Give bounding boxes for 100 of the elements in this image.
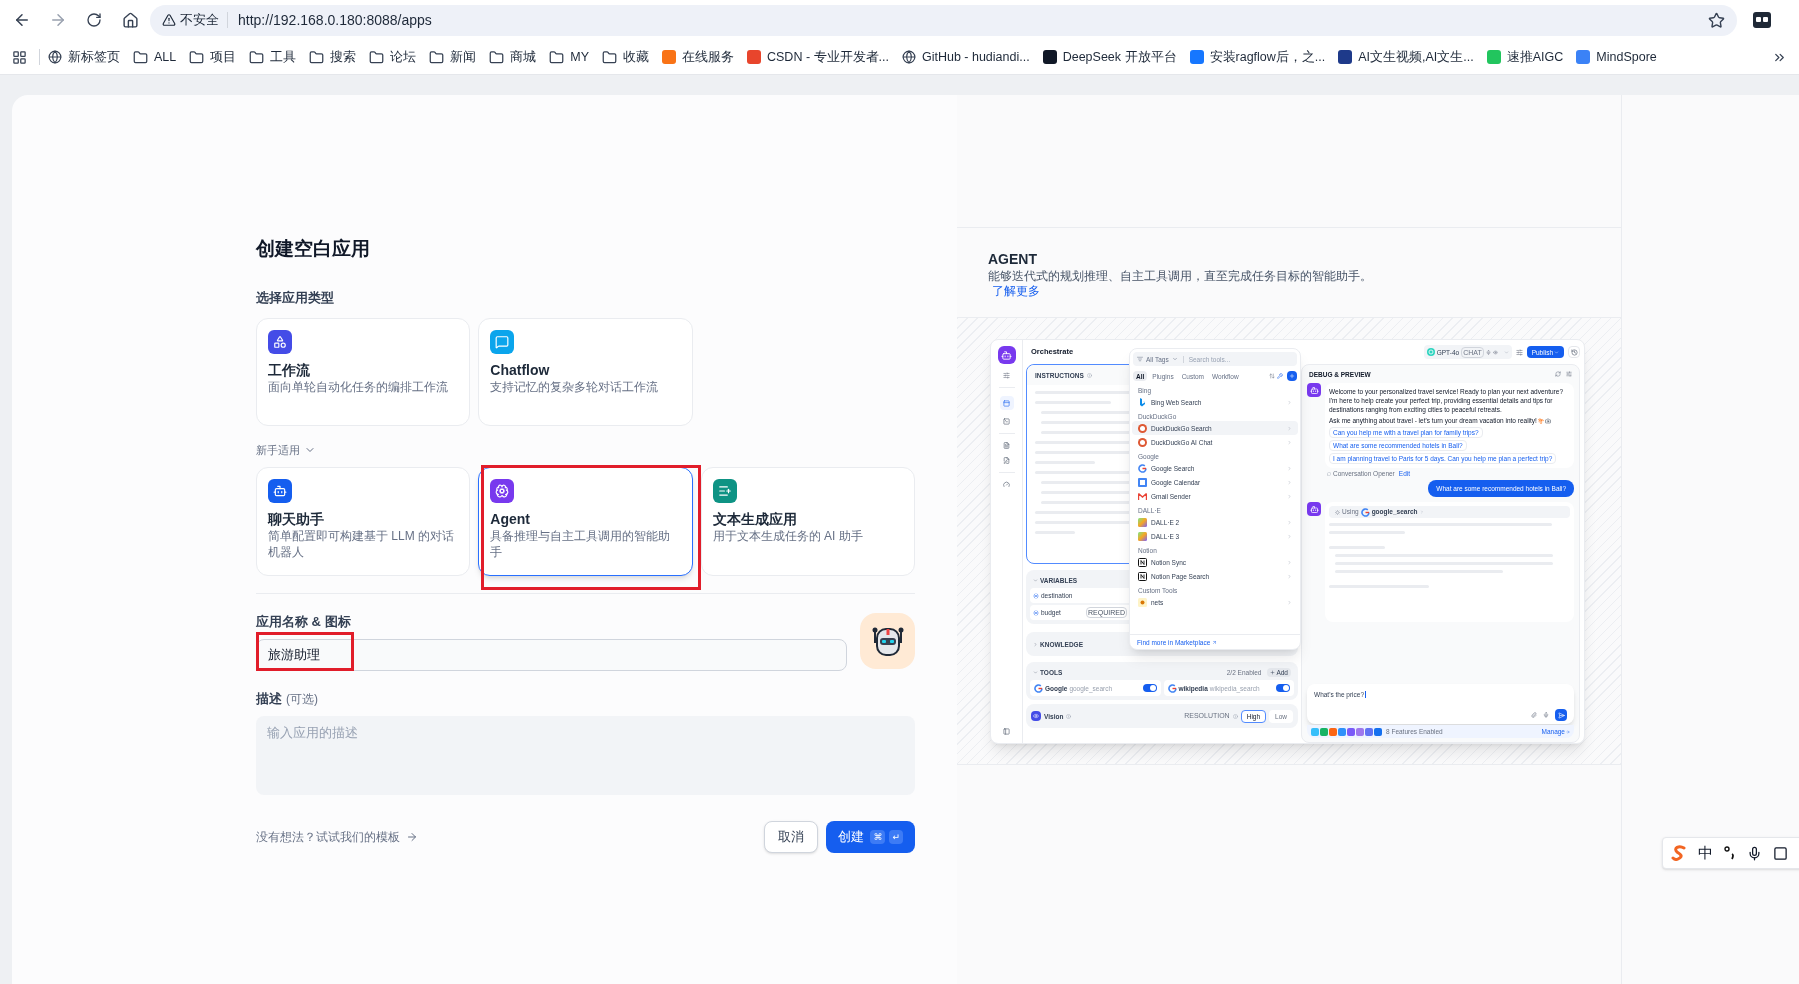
settings-icon[interactable]	[1566, 371, 1572, 377]
extension-icon[interactable]	[1753, 12, 1771, 28]
folder-icon	[309, 49, 325, 65]
apps-icon[interactable]	[12, 49, 27, 65]
create-button[interactable]: 创建 ⌘ ↵	[826, 821, 915, 853]
bookmark[interactable]: 安装ragflow后，之...	[1189, 47, 1326, 67]
tool-icon	[1138, 597, 1147, 607]
globe-icon	[48, 50, 62, 64]
app-type-card[interactable]: Chatflow 支持记忆的复杂多轮对话工作流	[478, 318, 693, 426]
chevron-down-icon	[1033, 577, 1038, 583]
bookmark[interactable]: 新闻	[429, 47, 477, 67]
bot-avatar	[1307, 383, 1321, 397]
bookmark[interactable]: 速推AIGC	[1486, 47, 1564, 67]
list-plus-icon	[712, 479, 737, 503]
plus-icon	[1270, 669, 1276, 675]
microphone-icon[interactable]	[1747, 845, 1762, 861]
bookmark[interactable]: 商城	[489, 47, 537, 67]
mic-icon	[1485, 349, 1491, 355]
bookmark[interactable]: 工具	[249, 47, 297, 67]
paperclip-icon[interactable]	[1531, 712, 1537, 718]
eye-icon	[1031, 711, 1041, 721]
swirl-logo-icon[interactable]	[1671, 845, 1687, 861]
shortcut-key: ⌘	[870, 830, 886, 844]
field-label: 描述	[256, 691, 282, 707]
settings-icon[interactable]	[1515, 348, 1523, 356]
bookmark[interactable]: 在线服务	[662, 47, 734, 67]
address-bar[interactable]: 不安全 http://192.168.0.180:8088/apps	[150, 4, 1737, 36]
bookmark[interactable]: GitHub - hudiandi...	[901, 47, 1030, 67]
bookmark[interactable]: 新标签页	[48, 47, 120, 67]
eye-icon	[1492, 349, 1498, 355]
card-description: 具备推理与自主工具调用的智能助手	[490, 528, 672, 560]
document-icon[interactable]	[1003, 442, 1010, 449]
card-title: Chatflow	[490, 361, 551, 379]
app-type-card[interactable]: 聊天助手 简单配置即可构建基于 LLM 的对话机器人	[256, 467, 471, 576]
punctuation-icon[interactable]	[1724, 846, 1736, 860]
chat-bubble-icon	[490, 330, 515, 354]
card-title: Agent	[490, 510, 531, 528]
bookmark[interactable]: DeepSeek 开放平台	[1042, 47, 1177, 67]
history-button[interactable]	[1568, 346, 1580, 358]
arrow-right-icon	[406, 831, 418, 843]
type-description: 能够迭代式的规划推理、自主工具调用，直至完成任务目标的智能助手。	[988, 269, 1373, 284]
terminal-icon[interactable]	[1003, 418, 1010, 425]
chevron-right-icon	[1287, 439, 1292, 445]
wrench-icon[interactable]	[1277, 373, 1283, 379]
bookmark[interactable]: MY	[549, 47, 589, 67]
toggle-switch[interactable]	[1276, 684, 1290, 692]
bookmark[interactable]: 论坛	[369, 47, 417, 67]
head-gear-icon	[490, 479, 515, 503]
optional-hint: (可选)	[286, 691, 318, 707]
bookmark[interactable]: MindSpore	[1576, 47, 1657, 67]
bookmark[interactable]: ALL	[133, 47, 177, 67]
url-text: http://192.168.0.180:8088/apps	[238, 10, 432, 30]
file-edit-icon[interactable]	[1003, 457, 1010, 464]
chevron-right-icon	[1287, 519, 1292, 525]
sliders-icon[interactable]	[1003, 372, 1010, 379]
palm-tree-icon	[1537, 417, 1544, 424]
nav-item[interactable]	[999, 396, 1014, 410]
window-icon	[1003, 399, 1010, 407]
home-icon	[121, 11, 139, 29]
keyboard-icon[interactable]	[1773, 845, 1788, 861]
mic-icon[interactable]	[1543, 712, 1549, 718]
app-type-card[interactable]: 工作流 面向单轮自动化任务的编排工作流	[256, 318, 471, 426]
app-type-card[interactable]: Agent 具备推理与自主工具调用的智能助手	[478, 467, 693, 576]
star-icon[interactable]	[1708, 11, 1725, 29]
send-button[interactable]	[1555, 709, 1567, 721]
bookmark[interactable]: 收藏	[602, 47, 649, 67]
app-icon-button[interactable]	[860, 613, 915, 669]
sidebar-toggle-icon[interactable]	[1003, 728, 1010, 735]
chevron-right-icon	[1287, 559, 1292, 565]
sort-icon[interactable]	[1269, 373, 1275, 379]
bookmark[interactable]: 项目	[189, 47, 237, 67]
input-mode-toggle[interactable]: 中	[1698, 841, 1713, 865]
app-name-input[interactable]: 旅游助理	[256, 639, 847, 671]
camera-icon	[1544, 417, 1551, 424]
chevron-right-icon	[1287, 425, 1292, 431]
bookmark[interactable]: AI文生视频,AI文生...	[1338, 47, 1474, 67]
robot-icon	[268, 479, 292, 503]
folder-icon	[133, 49, 148, 65]
card-description: 支持记忆的复杂多轮对话工作流	[490, 379, 660, 395]
arrow-right-icon	[49, 11, 67, 29]
gauge-icon[interactable]	[1003, 481, 1010, 488]
chevron-right-icon	[1287, 573, 1292, 579]
cancel-button[interactable]: 取消	[764, 821, 819, 853]
shapes-icon	[268, 330, 292, 354]
gradient-square-icon	[1138, 517, 1147, 527]
description-input[interactable]: 输入应用的描述	[256, 716, 915, 795]
chevron-right-icon	[1287, 465, 1292, 471]
template-link[interactable]: 没有想法？试试我们的模板	[256, 828, 418, 846]
calendar-icon	[1138, 477, 1147, 487]
toggle-switch[interactable]	[1142, 684, 1157, 692]
bookmark[interactable]: CSDN - 专业开发者...	[747, 47, 889, 67]
refresh-icon[interactable]	[1555, 371, 1561, 377]
gradient-square-icon	[1138, 531, 1147, 541]
reload-icon	[86, 12, 102, 28]
add-tool-button[interactable]	[1287, 371, 1297, 381]
beginner-toggle[interactable]: 新手适用	[256, 442, 316, 458]
app-type-card[interactable]: 文本生成应用 用于文本生成任务的 AI 助手	[700, 467, 915, 576]
notion-square-icon	[1138, 557, 1147, 567]
learn-more-link[interactable]: 了解更多	[992, 284, 1040, 299]
bookmark[interactable]: 搜索	[309, 47, 357, 67]
